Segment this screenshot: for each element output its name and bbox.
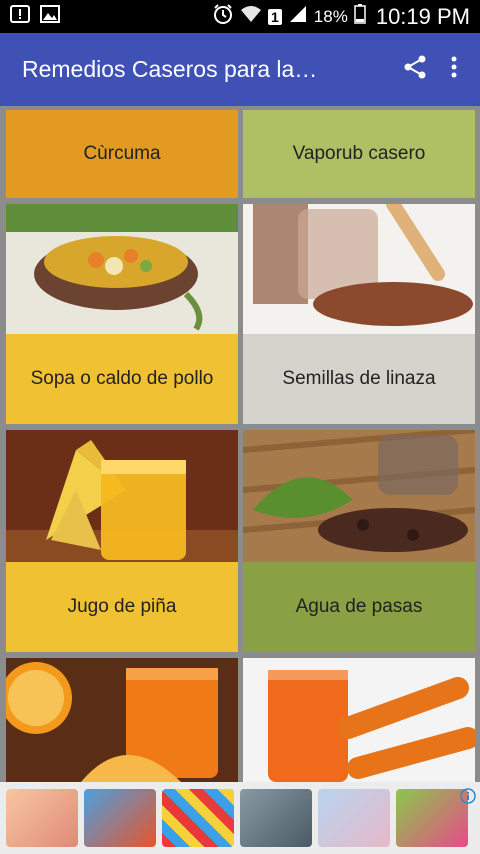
tile-sopa[interactable]: Sopa o caldo de pollo bbox=[6, 204, 238, 424]
tile-label: Jugo de piña bbox=[6, 562, 238, 652]
carrot-juice-image bbox=[243, 658, 475, 782]
battery-icon bbox=[354, 4, 366, 29]
tile-naranja[interactable] bbox=[6, 658, 238, 782]
tile-curcuma[interactable]: Cùrcuma bbox=[6, 110, 238, 198]
status-bar: 1 18% 10:19 PM bbox=[0, 0, 480, 33]
ad-game-3[interactable] bbox=[162, 789, 234, 847]
alarm-icon bbox=[212, 3, 234, 30]
ad-game-5[interactable] bbox=[318, 789, 390, 847]
tile-vaporub[interactable]: Vaporub casero bbox=[243, 110, 475, 198]
tile-pasas[interactable]: Agua de pasas bbox=[243, 430, 475, 652]
orange-juice-image bbox=[6, 658, 238, 782]
tile-label: Vaporub casero bbox=[243, 110, 475, 198]
tile-label: Semillas de linaza bbox=[243, 334, 475, 424]
remedies-grid: Cùrcuma Vaporub casero Sopa o caldo de p… bbox=[0, 106, 480, 782]
ad-game-6[interactable] bbox=[396, 789, 468, 847]
battery-text: 18% bbox=[313, 6, 348, 26]
flaxseed-image bbox=[243, 204, 475, 334]
ad-game-2[interactable] bbox=[84, 789, 156, 847]
ad-banner[interactable] bbox=[0, 782, 480, 854]
signal-icon bbox=[288, 4, 308, 29]
wifi-icon bbox=[240, 4, 262, 29]
more-vert-icon[interactable] bbox=[450, 55, 458, 84]
tile-zanahoria[interactable] bbox=[243, 658, 475, 782]
ad-game-1[interactable] bbox=[6, 789, 78, 847]
sim-badge: 1 bbox=[268, 8, 282, 25]
clock: 10:19 PM bbox=[375, 3, 470, 29]
app-bar: Remedios Caseros para la… bbox=[0, 33, 480, 106]
share-icon[interactable] bbox=[402, 54, 428, 85]
app-title: Remedios Caseros para la… bbox=[22, 56, 318, 82]
tile-label: Cùrcuma bbox=[6, 110, 238, 198]
tile-pina[interactable]: Jugo de piña bbox=[6, 430, 238, 652]
tile-label: Agua de pasas bbox=[243, 562, 475, 652]
tile-linaza[interactable]: Semillas de linaza bbox=[243, 204, 475, 424]
tile-label: Sopa o caldo de pollo bbox=[6, 334, 238, 424]
soup-image bbox=[6, 204, 238, 334]
raisins-image bbox=[243, 430, 475, 562]
alert-icon bbox=[10, 5, 30, 28]
ad-game-4[interactable] bbox=[240, 789, 312, 847]
image-icon bbox=[40, 5, 60, 28]
pineapple-juice-image bbox=[6, 430, 238, 562]
info-icon[interactable] bbox=[460, 788, 476, 809]
